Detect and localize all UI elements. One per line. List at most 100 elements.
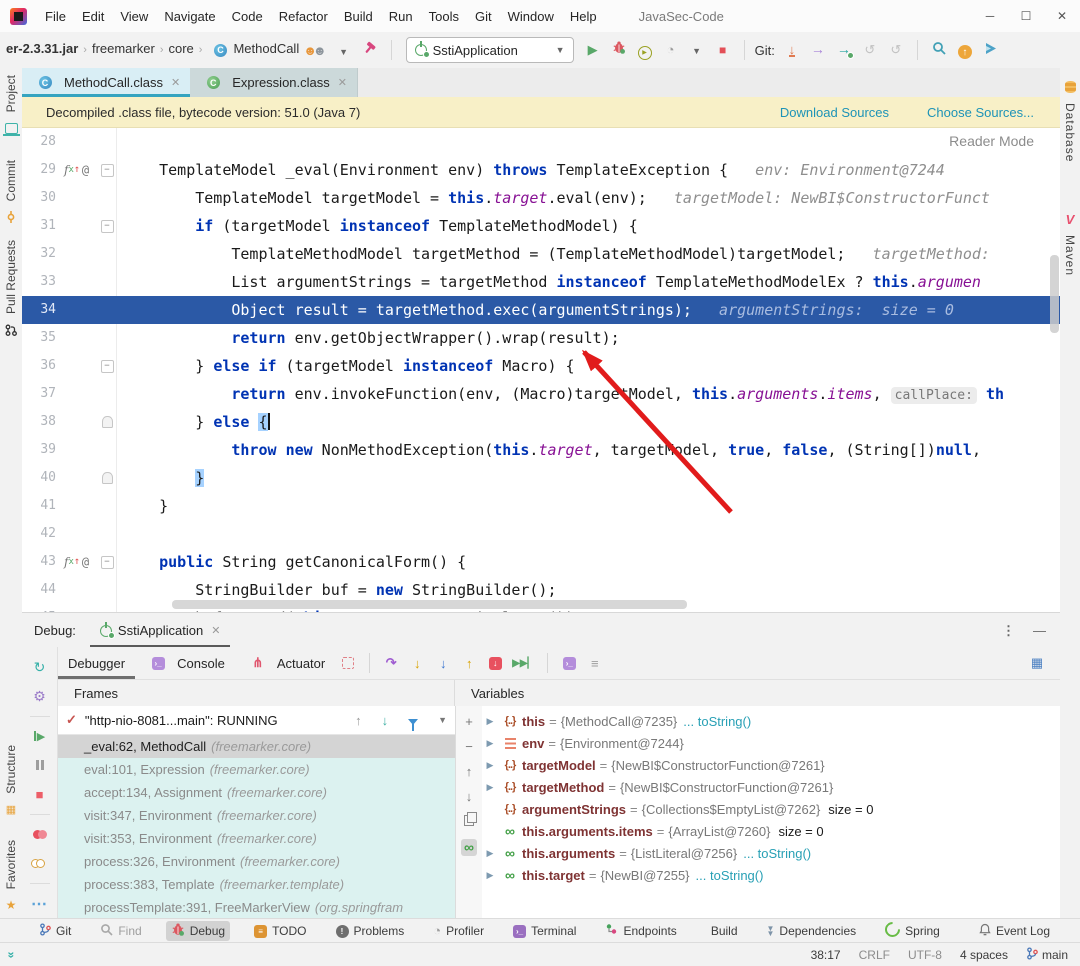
step-over-button[interactable]: ↷	[382, 652, 400, 674]
hot-swap-icon[interactable]	[339, 652, 357, 674]
breadcrumb-item[interactable]: MethodCall	[233, 41, 299, 56]
editor-tab-expression-class[interactable]: C Expression.class ✕	[190, 68, 358, 97]
variable-row[interactable]: ▶ {..} this = {MethodCall@7235} ... toStr…	[482, 710, 1060, 732]
breadcrumb-item[interactable]: er-2.3.31.jar	[6, 41, 78, 56]
stack-frame-row[interactable]: process:326, Environment (freemarker.core…	[58, 850, 455, 873]
debug-minimize-icon[interactable]: —	[1033, 623, 1046, 639]
tostring-link[interactable]: ... toString()	[743, 846, 811, 861]
variable-row[interactable]: ∞ this.arguments.items = {ArrayList@7260}…	[482, 820, 1060, 842]
reader-mode-label[interactable]: Reader Mode	[949, 133, 1034, 149]
pause-button[interactable]	[31, 755, 49, 776]
frames-filter-icon[interactable]	[408, 713, 419, 731]
resume-button[interactable]: ▶	[31, 726, 49, 747]
run-button[interactable]: ▶	[584, 39, 602, 61]
menu-tools[interactable]: Tools	[421, 9, 467, 24]
toolwindow-dependencies[interactable]: ▼ ▼ Dependencies	[762, 922, 862, 940]
stop-process-button[interactable]: ■	[31, 784, 49, 805]
tool-strip-favorites[interactable]: Favorites ★	[0, 840, 22, 916]
git-history-button[interactable]: ↺	[861, 39, 879, 61]
toolwindow-endpoints[interactable]: Endpoints	[600, 921, 681, 940]
code-line-37[interactable]: 37 return env.invokeFunction(env, (Macro…	[22, 380, 1060, 408]
rerun-button[interactable]: ↻	[31, 657, 49, 678]
tool-strip-pull-requests[interactable]: Pull Requests	[0, 240, 22, 341]
code-line-40[interactable]: 40 }	[22, 464, 1060, 492]
fold-region-icon[interactable]	[101, 472, 113, 484]
code-line-33[interactable]: 33 List argumentStrings = targetMethod i…	[22, 268, 1060, 296]
build-hammer-icon[interactable]	[361, 37, 379, 59]
tool-strip-project[interactable]: Project	[0, 75, 22, 139]
overrides-method-icon[interactable]: f x ↑ @	[64, 156, 89, 184]
users-dropdown-caret[interactable]: ▼	[335, 41, 353, 63]
variable-row[interactable]: ▶ ∞ this.target = {NewBI@7255} ... toStri…	[482, 864, 1060, 886]
menu-navigate[interactable]: Navigate	[156, 9, 223, 24]
git-update-project-button[interactable]: ↓	[783, 40, 801, 62]
menu-build[interactable]: Build	[336, 9, 381, 24]
event-log-button[interactable]: Event Log	[979, 923, 1050, 939]
fold-marker-icon[interactable]: −	[100, 359, 114, 373]
line-ending-indicator[interactable]: CRLF	[859, 948, 890, 962]
remove-watch-button[interactable]: −	[465, 739, 473, 754]
fold-region-icon[interactable]	[101, 416, 113, 428]
add-watch-button[interactable]: +	[465, 714, 473, 729]
code-line-36[interactable]: 36 − } else if (targetModel instanceof M…	[22, 352, 1060, 380]
debug-more-options-icon[interactable]: ⋮	[1002, 623, 1015, 639]
menu-file[interactable]: File	[37, 9, 74, 24]
frame-up-icon[interactable]: ↑	[355, 713, 362, 728]
menu-refactor[interactable]: Refactor	[271, 9, 336, 24]
duplicate-watch-button[interactable]	[464, 812, 477, 829]
git-push-button[interactable]: →	[809, 38, 827, 60]
restore-layout-icon[interactable]: ▦	[1028, 652, 1046, 674]
git-commit-push-button[interactable]: →	[835, 38, 854, 60]
toolwindow-problems[interactable]: ! Problems	[331, 921, 410, 940]
code-line-42[interactable]: 42	[22, 520, 1060, 548]
code-line-34[interactable]: 34 Object result = targetMethod.exec(arg…	[22, 296, 1060, 324]
maximize-button[interactable]: ☐	[1008, 0, 1044, 32]
debug-settings-button[interactable]: ⚙	[31, 686, 49, 707]
editor-tab-methodcall-class[interactable]: C MethodCall.class ✕	[22, 68, 191, 97]
expand-chevron-icon[interactable]: ▶	[482, 738, 498, 749]
toolwindow-debug[interactable]: Debug	[165, 920, 231, 941]
toolwindow-git[interactable]: Git	[34, 921, 76, 941]
debug-tab-console[interactable]: ›_ Console	[135, 647, 235, 679]
tool-strip-commit[interactable]: Commit	[0, 160, 22, 228]
stop-button[interactable]: ■	[714, 39, 732, 61]
code-line-38[interactable]: 38 } else {	[22, 408, 1060, 436]
thread-selector[interactable]: ✓ "http-nio-8081...main": RUNNING ↑ ↓ ▼	[58, 706, 455, 735]
variable-row[interactable]: ▶ {..} targetModel = {NewBI$ConstructorFu…	[482, 754, 1060, 776]
more-actions-button[interactable]: ⋯	[31, 893, 49, 914]
expand-chevron-icon[interactable]: ▶	[482, 870, 498, 881]
expand-chevron-icon[interactable]: ▶	[482, 716, 498, 727]
git-rollback-button[interactable]: ↺	[887, 39, 905, 61]
caret-position[interactable]: 38:17	[811, 948, 841, 962]
code-line-32[interactable]: 32 TemplateMethodModel targetMethod = (T…	[22, 240, 1060, 268]
overrides-method-icon[interactable]: f x ↑ @	[64, 548, 89, 576]
stack-frame-row[interactable]: processTemplate:391, FreeMarkerView (org.…	[58, 896, 455, 918]
ide-services-icon[interactable]	[982, 37, 1000, 59]
code-line-43[interactable]: 43 f x ↑ @ − public String getCanonicalForm…	[22, 548, 1060, 576]
git-branch-widget[interactable]: main	[1026, 946, 1068, 963]
mute-breakpoints-button[interactable]	[30, 853, 49, 874]
drop-frame-button[interactable]: ↓	[486, 652, 504, 674]
toolwindow-spring[interactable]: Spring	[880, 918, 945, 942]
variable-row[interactable]: ▶ {..} targetMethod = {NewBI$ConstructorF…	[482, 776, 1060, 798]
variable-row[interactable]: ▶ ∞ this.arguments = {ListLiteral@7256} .…	[482, 842, 1060, 864]
stack-frame-row[interactable]: visit:347, Environment (freemarker.core)	[58, 804, 455, 827]
status-collapse-icon[interactable]: »	[4, 951, 18, 958]
code-line-35[interactable]: 35 return env.getObjectWrapper().wrap(re…	[22, 324, 1060, 352]
menu-window[interactable]: Window	[500, 9, 562, 24]
toolwindow-build[interactable]: Build	[701, 922, 743, 940]
menu-edit[interactable]: Edit	[74, 9, 112, 24]
run-to-cursor-button[interactable]: ▶▶▏	[512, 652, 535, 674]
code-line-28[interactable]: 28	[22, 128, 1060, 156]
menu-help[interactable]: Help	[562, 9, 605, 24]
breadcrumb-item[interactable]: freemarker	[92, 41, 155, 56]
stack-frame-row[interactable]: accept:134, Assignment (freemarker.core)	[58, 781, 455, 804]
expand-chevron-icon[interactable]: ▶	[482, 760, 498, 771]
fold-marker-icon[interactable]: −	[100, 219, 114, 233]
expand-chevron-icon[interactable]: ▶	[482, 782, 498, 793]
toolwindow-profiler[interactable]: ◔ Profiler	[428, 921, 489, 940]
menu-git[interactable]: Git	[467, 9, 500, 24]
menu-run[interactable]: Run	[381, 9, 421, 24]
thread-dropdown-caret[interactable]: ▼	[438, 715, 447, 725]
toolwindow-find[interactable]: Find	[95, 921, 146, 941]
